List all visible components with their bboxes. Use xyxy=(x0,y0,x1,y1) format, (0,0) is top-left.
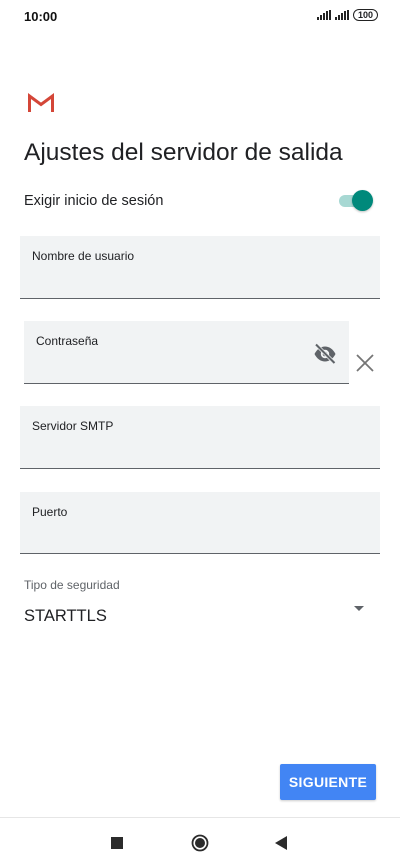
smtp-server-field[interactable]: Servidor SMTP xyxy=(20,406,380,469)
signal-icon xyxy=(316,10,331,20)
circle-icon[interactable] xyxy=(191,834,209,852)
page-title: Ajustes del servidor de salida xyxy=(24,139,343,166)
arrow-drop-down-icon[interactable] xyxy=(350,603,368,615)
gmail-logo-icon xyxy=(28,93,54,112)
status-bar: 10:00 100 xyxy=(0,0,400,34)
square-icon[interactable] xyxy=(111,837,123,849)
require-login-label: Exigir inicio de sesión xyxy=(24,193,164,209)
password-label: Contraseña xyxy=(36,334,99,348)
password-field[interactable]: Contraseña xyxy=(24,321,349,384)
port-label: Puerto xyxy=(32,505,68,519)
require-login-toggle[interactable] xyxy=(339,190,373,211)
username-label: Nombre de usuario xyxy=(32,249,135,263)
close-icon[interactable] xyxy=(354,352,376,374)
battery-icon: 100 xyxy=(352,9,378,21)
signal-icon-2 xyxy=(334,10,349,20)
security-type-value[interactable]: STARTTLS xyxy=(24,607,107,626)
navigation-bar xyxy=(0,818,400,866)
toggle-thumb xyxy=(352,190,373,211)
status-icons: 100 xyxy=(316,9,378,21)
security-type-label: Tipo de seguridad xyxy=(24,578,120,592)
next-button[interactable]: SIGUIENTE xyxy=(280,764,376,800)
triangle-back-icon[interactable] xyxy=(274,835,288,851)
status-time: 10:00 xyxy=(24,9,58,24)
port-field[interactable]: Puerto xyxy=(20,492,380,554)
username-field[interactable]: Nombre de usuario xyxy=(20,236,380,299)
eye-off-icon[interactable] xyxy=(313,342,337,366)
smtp-server-label: Servidor SMTP xyxy=(32,419,114,433)
